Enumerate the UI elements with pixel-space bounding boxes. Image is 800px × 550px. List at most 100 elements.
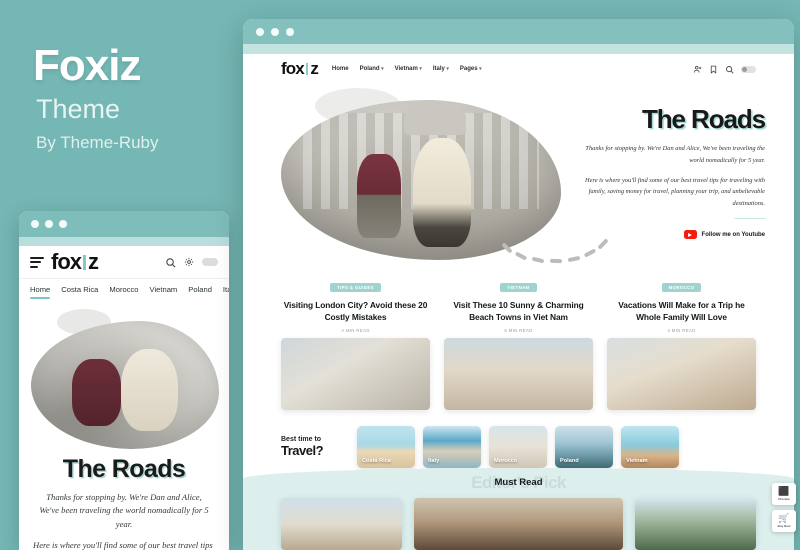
editors-pick-band: Editor's Pick Must Read xyxy=(243,468,794,550)
must-read-thumbnail[interactable] xyxy=(414,498,623,550)
nav-item-poland[interactable]: Poland xyxy=(188,285,212,301)
best-time-line2: Travel? xyxy=(281,443,324,459)
nav-item-italy[interactable]: Italy xyxy=(223,285,229,301)
article-thumbnail[interactable] xyxy=(607,338,756,411)
nav-item-pages[interactable]: Pages ▾ xyxy=(460,66,482,72)
category-badge[interactable]: Vietnam xyxy=(500,283,537,292)
window-close-dot[interactable] xyxy=(256,27,264,36)
window-maximize-dot[interactable] xyxy=(59,220,67,228)
must-read-thumbnail[interactable] xyxy=(281,498,403,550)
preview-widget-button[interactable]: ⬛ Preview xyxy=(772,483,796,505)
window-maximize-dot[interactable] xyxy=(286,27,294,36)
menu-icon[interactable] xyxy=(30,256,44,268)
search-icon[interactable] xyxy=(725,65,734,74)
must-read-thumbnail[interactable] xyxy=(634,498,756,550)
must-read-title: Must Read xyxy=(494,477,543,488)
chevron-down-icon: ▾ xyxy=(446,66,449,72)
promo-title: Foxiz xyxy=(33,41,141,90)
buy-now-widget-label: Buy Now xyxy=(777,524,791,528)
nav-item-vietnam[interactable]: Vietnam xyxy=(150,285,178,301)
article-meta: 4 MIN READ xyxy=(667,328,696,334)
category-badge[interactable]: Tips & Guides xyxy=(330,283,381,292)
mobile-header-icons xyxy=(165,257,218,268)
best-time-to-travel-section: Best time to Travel? Costa Rica Italy Mo… xyxy=(243,410,794,469)
mobile-browser-chrome xyxy=(19,211,229,237)
squiggle-decoration: ~~~~~~~~~~ xyxy=(734,216,766,224)
hero-section: The Roads Thanks for stopping by. We're … xyxy=(243,84,794,276)
window-minimize-dot[interactable] xyxy=(271,27,279,36)
nav-item-morocco[interactable]: Morocco xyxy=(109,285,138,301)
search-icon[interactable] xyxy=(165,257,176,268)
article-meta: A MIN READ xyxy=(341,328,370,334)
hero-title: The Roads xyxy=(641,104,766,134)
window-close-dot[interactable] xyxy=(31,220,39,228)
preview-widget-label: Preview xyxy=(778,497,790,501)
destination-label: Vietnam xyxy=(626,458,648,465)
article-card[interactable]: Tips & Guides Visiting London City? Avoi… xyxy=(281,276,430,411)
best-time-label: Best time to Travel? xyxy=(281,436,345,458)
promo-subtitle: Theme xyxy=(36,94,121,124)
destination-card-poland[interactable]: Poland xyxy=(555,426,613,469)
nav-item-italy[interactable]: Italy ▾ xyxy=(433,66,449,72)
floating-widgets: ⬛ Preview 🛒 Buy Now xyxy=(772,483,796,532)
logo-divider xyxy=(83,254,86,270)
logo-divider xyxy=(305,63,309,75)
nav-item-costa-rica[interactable]: Costa Rica xyxy=(61,285,98,301)
article-title[interactable]: Visiting London City? Avoid these 20 Cos… xyxy=(281,299,430,323)
nav-label: Vietnam xyxy=(394,66,418,72)
destination-card-costa-rica[interactable]: Costa Rica xyxy=(357,426,415,469)
hero-body: Here is where you'll find some of our be… xyxy=(585,176,765,207)
hero-photo-blob xyxy=(281,100,561,260)
basilica-dome xyxy=(404,100,466,136)
article-card[interactable]: Morocco Vacations Will Make for a Trip h… xyxy=(607,276,756,411)
chevron-down-icon: ▾ xyxy=(479,66,482,72)
gear-icon[interactable] xyxy=(184,257,194,267)
category-badge[interactable]: Morocco xyxy=(661,283,702,292)
nav-item-home[interactable]: Home xyxy=(30,285,51,301)
logo-suffix: z xyxy=(88,249,99,274)
buy-now-widget-button[interactable]: 🛒 Buy Now xyxy=(772,510,796,532)
nav-item-poland[interactable]: Poland ▾ xyxy=(360,66,384,72)
destination-card-vietnam[interactable]: Vietnam xyxy=(621,426,679,469)
dark-mode-toggle[interactable] xyxy=(741,65,756,73)
nav-item-home[interactable]: Home xyxy=(332,66,349,72)
article-thumbnail[interactable] xyxy=(281,338,430,411)
site-logo[interactable]: fox z xyxy=(281,59,319,79)
nav-label: Italy xyxy=(432,66,445,72)
chevron-down-icon: ▾ xyxy=(419,66,422,72)
hero-text-block: The Roads Thanks for stopping by. We're … xyxy=(573,104,766,242)
follow-youtube-button[interactable]: Follow me on Youtube xyxy=(683,230,765,240)
bookmark-icon[interactable] xyxy=(709,65,718,74)
cart-icon: 🛒 xyxy=(778,513,790,523)
hero-lead: Thanks for stopping by. We're Dan and Al… xyxy=(585,145,765,164)
best-time-line1: Best time to xyxy=(281,436,322,444)
desktop-topbar-strip xyxy=(243,44,794,54)
nav-item-vietnam[interactable]: Vietnam ▾ xyxy=(395,66,422,72)
article-card[interactable]: Vietnam Visit These 10 Sunny & Charming … xyxy=(444,276,593,411)
mobile-hero-lead: Thanks for stopping by. We're Dan and Al… xyxy=(39,492,209,529)
destination-card-italy[interactable]: Italy xyxy=(423,426,481,469)
user-add-icon[interactable] xyxy=(693,65,702,74)
desktop-site-header: fox z Home Poland ▾ Vietnam ▾ Italy ▾ Pages ▾ xyxy=(243,54,794,84)
site-logo[interactable]: fox z xyxy=(51,249,99,275)
destination-label: Poland xyxy=(560,458,579,465)
nav-label: Pages xyxy=(459,66,478,72)
window-minimize-dot[interactable] xyxy=(45,220,53,228)
article-title[interactable]: Vacations Will Make for a Trip he Whole … xyxy=(607,299,756,323)
mobile-hero-image xyxy=(19,303,229,453)
mobile-site-header: fox z xyxy=(19,246,229,278)
desktop-preview-window: fox z Home Poland ▾ Vietnam ▾ Italy ▾ Pages ▾ xyxy=(243,19,794,550)
must-read-cards xyxy=(281,498,756,550)
follow-youtube-label: Follow me on Youtube xyxy=(701,231,765,238)
hero-person-left xyxy=(356,154,402,238)
mobile-hero-body: Here is where you'll find some of our be… xyxy=(33,539,213,550)
dark-mode-toggle[interactable] xyxy=(202,258,218,266)
feature-cards: Tips & Guides Visiting London City? Avoi… xyxy=(243,276,794,411)
destination-card-morocco[interactable]: Morocco xyxy=(489,426,547,469)
article-thumbnail[interactable] xyxy=(444,338,593,411)
article-meta: 6 MIN READ xyxy=(504,328,533,334)
youtube-icon xyxy=(683,230,697,240)
article-title[interactable]: Visit These 10 Sunny & Charming Beach To… xyxy=(444,299,593,323)
logo-text: fox xyxy=(281,59,305,78)
mobile-topbar-strip xyxy=(19,237,229,246)
